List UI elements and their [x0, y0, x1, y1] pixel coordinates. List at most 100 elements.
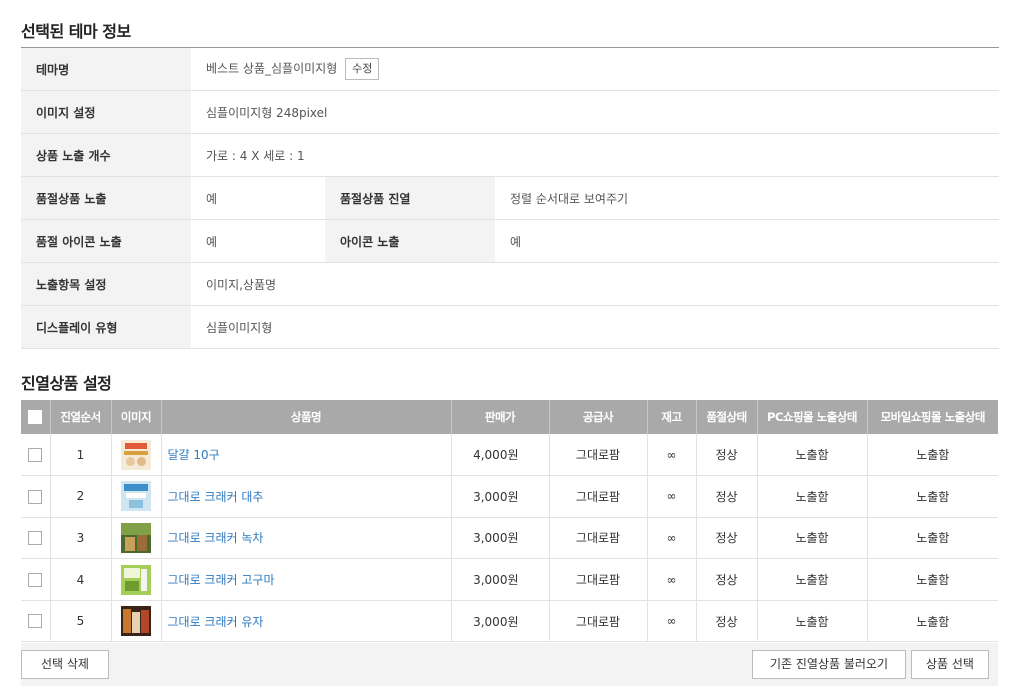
icon-display-value: 예 — [495, 219, 999, 263]
image-cell — [111, 558, 162, 601]
mobile-status-cell: 노출함 — [867, 517, 998, 560]
theme-name-value: 베스트 상품_심플이미지형 — [206, 61, 338, 76]
stock-cell: ∞ — [647, 434, 697, 477]
icon-row: 품절 아이콘 노출 예 아이콘 노출 예 — [21, 219, 999, 263]
mobile-status-cell: 노출함 — [867, 600, 998, 643]
select-products-button[interactable]: 상품 선택 — [911, 650, 989, 679]
stock-cell: ∞ — [647, 558, 697, 601]
edit-theme-button[interactable]: 수정 — [345, 58, 380, 80]
soldout-status-cell: 정상 — [696, 517, 758, 560]
price-cell: 4,000원 — [451, 434, 550, 477]
col-header-image: 이미지 — [111, 400, 162, 434]
row-select-cell[interactable] — [21, 600, 51, 643]
order-cell: 2 — [50, 475, 112, 518]
image-setting-row: 이미지 설정 심플이미지형 248pixel — [21, 90, 999, 134]
product-thumbnail-cracker-sweetpotato[interactable] — [121, 564, 151, 595]
stock-cell: ∞ — [647, 600, 697, 643]
pc-status-cell: 노출함 — [757, 600, 868, 643]
price-cell: 3,000원 — [451, 517, 550, 560]
product-thumbnail-cracker-greentea[interactable] — [121, 522, 151, 553]
product-thumbnail-cracker-yuja[interactable] — [121, 606, 151, 637]
display-type-label: 디스플레이 유형 — [21, 305, 191, 349]
row-checkbox[interactable] — [28, 614, 43, 629]
soldout-status-cell: 정상 — [696, 600, 758, 643]
table-row[interactable]: 5 그대로 크래커 유자 3,000원 그대로팜 ∞ 정상 노출함 노출함 — [21, 600, 998, 643]
product-table: 진열순서 이미지 상품명 판매가 공급사 재고 품절상태 PC쇼핑몰 노출상태 … — [21, 400, 998, 643]
col-header-price: 판매가 — [451, 400, 550, 434]
price-cell: 3,000원 — [451, 558, 550, 601]
soldout-icon-value: 예 — [191, 219, 325, 263]
display-fields-row: 노출항목 설정 이미지,상품명 — [21, 262, 999, 306]
action-bar: 선택 삭제 기존 진열상품 불러오기 상품 선택 — [21, 643, 998, 686]
pc-status-cell: 노출함 — [757, 558, 868, 601]
col-header-name: 상품명 — [161, 400, 452, 434]
load-existing-products-button[interactable]: 기존 진열상품 불러오기 — [752, 650, 906, 679]
mobile-status-cell: 노출함 — [867, 558, 998, 601]
product-name-link[interactable]: 달걀 10구 — [161, 434, 452, 477]
row-select-cell[interactable] — [21, 475, 51, 518]
row-select-cell[interactable] — [21, 517, 51, 560]
col-header-mobile-status: 모바일쇼핑몰 노출상태 — [867, 400, 998, 434]
product-name-link[interactable]: 그대로 크래커 대추 — [161, 475, 452, 518]
table-row[interactable]: 4 그대로 크래커 고구마 3,000원 그대로팜 ∞ 정상 노출함 노출함 — [21, 558, 998, 601]
soldout-display-label: 품절상품 노출 — [21, 176, 191, 220]
product-name-link[interactable]: 그대로 크래커 고구마 — [161, 558, 452, 601]
product-name-link[interactable]: 그대로 크래커 유자 — [161, 600, 452, 643]
col-header-pc-status: PC쇼핑몰 노출상태 — [757, 400, 868, 434]
order-cell: 5 — [50, 600, 112, 643]
table-row[interactable]: 3 그대로 크래커 녹차 3,000원 그대로팜 ∞ 정상 노출함 노출함 — [21, 517, 998, 560]
supplier-cell: 그대로팜 — [549, 600, 648, 643]
select-all-checkbox[interactable] — [28, 410, 43, 425]
soldout-row: 품절상품 노출 예 품절상품 진열 정렬 순서대로 보여주기 — [21, 176, 999, 220]
theme-info-title: 선택된 테마 정보 — [21, 22, 131, 41]
col-header-order: 진열순서 — [50, 400, 112, 434]
row-checkbox[interactable] — [28, 531, 43, 546]
supplier-cell: 그대로팜 — [549, 434, 648, 477]
mobile-status-cell: 노출함 — [867, 475, 998, 518]
soldout-arrange-label: 품절상품 진열 — [325, 176, 495, 220]
theme-name-cell: 베스트 상품_심플이미지형 수정 — [191, 47, 999, 91]
supplier-cell: 그대로팜 — [549, 517, 648, 560]
product-thumbnail-cracker-jujube[interactable] — [121, 481, 151, 512]
pc-status-cell: 노출함 — [757, 434, 868, 477]
row-checkbox[interactable] — [28, 572, 43, 587]
image-setting-value: 심플이미지형 248pixel — [191, 90, 999, 134]
row-select-cell[interactable] — [21, 434, 51, 477]
table-row[interactable]: 1 달걀 10구 4,000원 그대로팜 ∞ 정상 노출함 노출함 — [21, 434, 998, 477]
icon-display-label: 아이콘 노출 — [325, 219, 495, 263]
order-cell: 3 — [50, 517, 112, 560]
col-header-supplier: 공급사 — [549, 400, 648, 434]
mobile-status-cell: 노출함 — [867, 434, 998, 477]
price-cell: 3,000원 — [451, 600, 550, 643]
display-count-value: 가로 : 4 X 세로 : 1 — [191, 133, 999, 177]
select-all-cell[interactable] — [21, 400, 51, 434]
display-count-row: 상품 노출 개수 가로 : 4 X 세로 : 1 — [21, 133, 999, 177]
row-checkbox[interactable] — [28, 489, 43, 504]
delete-selected-button[interactable]: 선택 삭제 — [21, 650, 109, 679]
stock-cell: ∞ — [647, 475, 697, 518]
pc-status-cell: 노출함 — [757, 517, 868, 560]
price-cell: 3,000원 — [451, 475, 550, 518]
pc-status-cell: 노출함 — [757, 475, 868, 518]
image-cell — [111, 434, 162, 477]
soldout-status-cell: 정상 — [696, 558, 758, 601]
image-cell — [111, 517, 162, 560]
soldout-status-cell: 정상 — [696, 475, 758, 518]
image-cell — [111, 600, 162, 643]
product-name-link[interactable]: 그대로 크래커 녹차 — [161, 517, 452, 560]
image-cell — [111, 475, 162, 518]
supplier-cell: 그대로팜 — [549, 475, 648, 518]
row-checkbox[interactable] — [28, 447, 43, 462]
table-row[interactable]: 2 그대로 크래커 대추 3,000원 그대로팜 ∞ 정상 노출함 노출함 — [21, 475, 998, 518]
product-table-header: 진열순서 이미지 상품명 판매가 공급사 재고 품절상태 PC쇼핑몰 노출상태 … — [21, 400, 998, 434]
col-header-soldout: 품절상태 — [696, 400, 758, 434]
row-select-cell[interactable] — [21, 558, 51, 601]
image-setting-label: 이미지 설정 — [21, 90, 191, 134]
soldout-icon-label: 품절 아이콘 노출 — [21, 219, 191, 263]
display-type-value: 심플이미지형 — [191, 305, 999, 349]
product-thumbnail-eggs[interactable] — [121, 439, 151, 470]
display-products-title: 진열상품 설정 — [21, 374, 112, 393]
soldout-display-value: 예 — [191, 176, 325, 220]
theme-info-table: 테마명 베스트 상품_심플이미지형 수정 이미지 설정 심플이미지형 248pi… — [21, 47, 999, 349]
soldout-arrange-value: 정렬 순서대로 보여주기 — [495, 176, 999, 220]
